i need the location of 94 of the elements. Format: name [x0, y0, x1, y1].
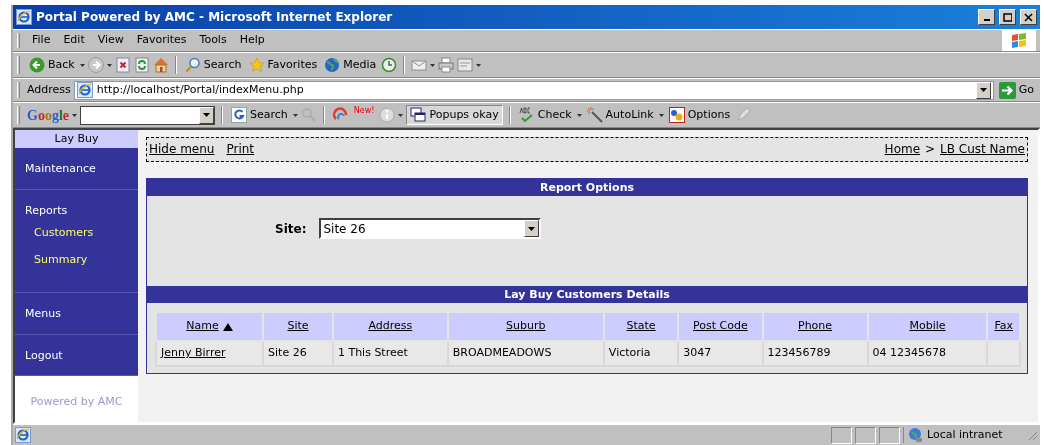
caret-icon[interactable] [658, 113, 664, 117]
sort-ascending-icon[interactable] [222, 322, 233, 331]
home-icon[interactable] [152, 57, 169, 73]
caret-icon[interactable] [979, 88, 987, 92]
table-cell: Site 26 [268, 346, 307, 360]
ie-page-icon [76, 82, 93, 98]
address-label: Address [27, 81, 71, 98]
options-icon [668, 107, 685, 123]
status-panel [855, 426, 876, 444]
panel-title: Lay Buy Customers Details [147, 286, 1027, 303]
table-cell: BROADMEADOWS [452, 346, 552, 360]
spell-check-button[interactable]: Check [516, 106, 574, 124]
dropdown-button[interactable] [975, 81, 991, 99]
refresh-icon[interactable] [133, 57, 150, 73]
menu-item[interactable]: Help [234, 32, 270, 49]
site-select[interactable]: Site 26 [319, 218, 542, 239]
abc-check-icon [518, 107, 535, 123]
caret-icon[interactable] [72, 113, 77, 117]
caret-icon[interactable] [292, 113, 298, 117]
minimize-icon [983, 19, 990, 21]
menu-item[interactable]: Favorites [131, 32, 192, 49]
caret-icon[interactable] [430, 63, 436, 67]
breadcrumb-separator: > [925, 141, 936, 158]
magic-wand-icon [586, 107, 603, 123]
sidebar-item[interactable]: Logout [25, 347, 128, 364]
caret-icon[interactable] [79, 63, 85, 67]
maximize-icon [1003, 12, 1012, 22]
panel-title: Report Options [147, 179, 1027, 196]
menu-item[interactable]: Tools [194, 32, 232, 49]
top-link[interactable]: Hide menu [149, 140, 215, 158]
resize-grip-icon [1026, 429, 1038, 441]
caret-icon[interactable] [576, 113, 582, 117]
popup-blocker-button[interactable]: Popups okay [406, 104, 503, 126]
popup-window-icon [410, 107, 427, 123]
table-cell: 3047 [683, 346, 712, 360]
column-header-link[interactable]: Suburb [506, 318, 546, 335]
table-cell: 1 This Street [337, 346, 408, 360]
sidebar-item[interactable]: Menus [25, 306, 128, 323]
go-arrow-icon [998, 81, 1016, 99]
security-zone-text: Local intranet [927, 426, 1003, 443]
table-cell: Victoria [608, 346, 651, 360]
breadcrumb-link[interactable]: Home [884, 140, 921, 158]
column-header-link[interactable]: Mobile [909, 318, 946, 335]
sidebar-item[interactable]: Reports [25, 202, 128, 219]
history-icon[interactable] [381, 57, 398, 73]
media-button[interactable]: Media [322, 56, 379, 74]
column-header-link[interactable]: Site [287, 318, 309, 335]
top-link[interactable]: Print [226, 140, 255, 158]
status-panel [831, 426, 852, 444]
menu-item[interactable]: Edit [58, 32, 90, 49]
autolink-button[interactable]: AutoLink [584, 106, 656, 124]
ie-page-icon [15, 427, 31, 443]
column-header-link[interactable]: Phone [798, 318, 833, 335]
search-icon [184, 57, 201, 73]
windows-flag-icon [1010, 31, 1028, 50]
caret-icon[interactable] [203, 113, 210, 117]
powered-by-text: Powered by AMC [29, 393, 124, 410]
close-button[interactable] [1020, 9, 1037, 25]
sidebar-subitem[interactable]: Summary [25, 245, 128, 272]
caret-icon[interactable] [398, 113, 404, 117]
ie-logo-icon [16, 9, 32, 25]
favorites-button[interactable]: Favorites [246, 56, 320, 74]
sidebar-subitem[interactable]: Customers [25, 219, 128, 246]
network-globe-icon [907, 427, 923, 443]
stop-icon[interactable] [114, 57, 131, 73]
breadcrumb-link[interactable]: LB Cust Name [940, 140, 1025, 158]
caret-icon[interactable] [476, 63, 482, 67]
table-cell: 04 12345678 [872, 346, 946, 360]
search-button[interactable]: Search [182, 56, 244, 74]
window-title: Portal Powered by AMC - Microsoft Internet Explorer [36, 9, 394, 26]
sidebar-item[interactable]: Maintenance [25, 161, 128, 178]
dropdown-button[interactable] [199, 106, 214, 124]
menu-item[interactable]: File [27, 32, 56, 49]
table-cell: 123456789 [767, 346, 831, 360]
close-icon [1024, 12, 1033, 22]
minimize-button[interactable] [978, 9, 995, 25]
search-field[interactable] [80, 105, 215, 125]
printer-icon[interactable] [438, 57, 455, 73]
back-button[interactable]: Back [27, 56, 77, 74]
g-letter-icon [231, 107, 247, 123]
menu-item[interactable]: View [92, 32, 129, 49]
caret-icon[interactable] [106, 63, 112, 67]
google-search-button[interactable]: Search [229, 106, 290, 124]
sidebar-header: Lay Buy [15, 130, 138, 148]
maximize-button[interactable] [999, 9, 1016, 25]
globe-icon [324, 57, 341, 73]
address-field[interactable]: http://localhost/Portal/indexMenu.php [73, 80, 994, 100]
site-label: Site: [275, 221, 307, 238]
caret-icon[interactable] [528, 226, 536, 231]
star-icon [248, 57, 265, 73]
column-header-link[interactable]: Name [186, 318, 219, 335]
options-button[interactable]: Options [666, 106, 733, 124]
status-panel [879, 426, 900, 444]
go-button[interactable]: Go [996, 81, 1036, 99]
